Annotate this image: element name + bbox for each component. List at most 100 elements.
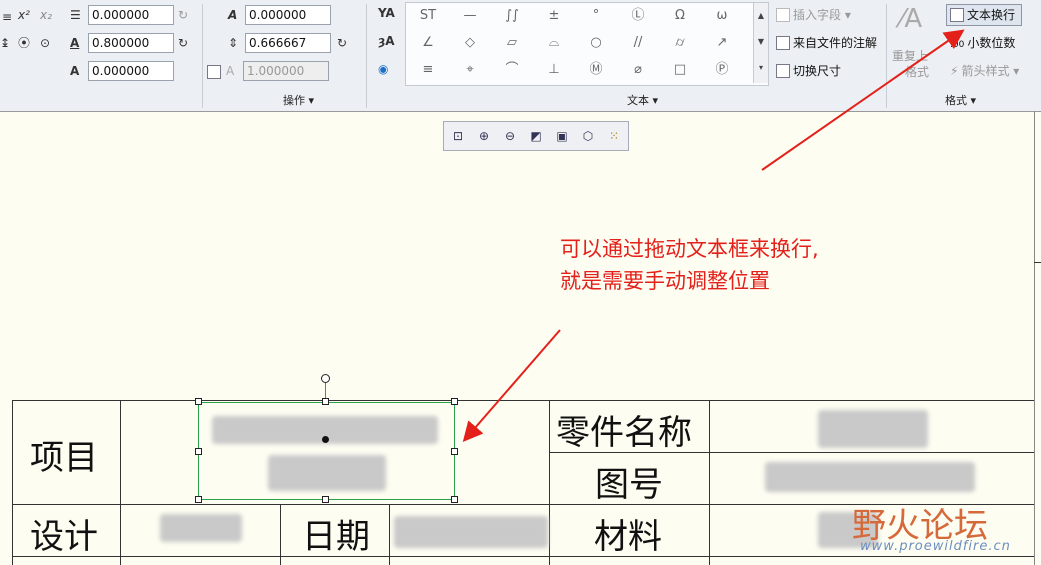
symbol-projected-icon[interactable]: Ⓟ [702, 59, 742, 81]
symbol-total-runout-icon[interactable]: ∫∫ [492, 5, 532, 27]
graphics-toolbar: ⊡ ⊕ ⊖ ◩ ▣ ⬡ ⁙ [443, 121, 629, 151]
char-space-field[interactable]: 1.000000 [243, 61, 329, 81]
text-style-icon[interactable]: YA [378, 6, 395, 20]
font-icon: A [226, 64, 235, 78]
repeat-format-icon: ⁄A [900, 4, 923, 34]
selected-text-box[interactable] [198, 402, 455, 500]
text-group-label[interactable]: 文本 ▾ [627, 92, 658, 108]
decimal-icon: .00 [950, 40, 965, 50]
line-spacing-icon: ☰ [70, 8, 81, 22]
reset-icon[interactable]: ↻ [178, 8, 188, 22]
decimal-places-button[interactable]: .00 小数位数 [950, 35, 1015, 53]
symbol-symmetry-icon[interactable]: ≡ [408, 59, 448, 81]
symbol-omega-icon[interactable]: ω [702, 5, 742, 27]
redacted-designer [160, 514, 242, 542]
separator [202, 4, 203, 108]
symbol-degree-icon[interactable]: ° [576, 5, 616, 27]
palette-scroll[interactable]: ▲ ▼ ▾ [753, 3, 768, 83]
resize-handle[interactable] [451, 448, 458, 455]
subscript-icon[interactable]: x₂ [40, 8, 52, 22]
symbol-perpendicularity-icon[interactable]: ⊥ [534, 59, 574, 81]
symbol-runout-icon[interactable]: ↗ [702, 32, 742, 54]
symbol-cylindricity-icon[interactable]: ⌭ [660, 32, 700, 54]
sheet-tick [1034, 262, 1041, 263]
redacted-drawing-number [765, 462, 975, 492]
display-style-icon[interactable]: ▣ [554, 128, 570, 144]
superscript-icon[interactable]: x² [18, 8, 30, 22]
symbol-st-icon[interactable]: ST [408, 5, 448, 27]
table-line [280, 504, 281, 565]
resize-handle[interactable] [195, 496, 202, 503]
text-height-field[interactable]: 0.000000 [245, 5, 331, 25]
apply-icon[interactable]: ↻ [178, 36, 188, 50]
resize-handle[interactable] [451, 496, 458, 503]
symbol-ohm-icon[interactable]: Ω [660, 5, 700, 27]
text-case-icon[interactable]: ȝA [378, 34, 395, 48]
symbol-square-icon[interactable]: □ [660, 59, 700, 81]
ribbon: ≡ x² x₂ ↨ ⦿ ⊙ ☰ 0.000000 ↻ A 0.800000 ↻ … [0, 0, 1041, 112]
spacing-field[interactable]: 0.666667 [245, 33, 331, 53]
part-name-label: 零件名称 [556, 413, 692, 453]
symbol-mmc-icon[interactable]: Ⓜ [576, 59, 616, 81]
checkbox[interactable] [207, 65, 221, 79]
table-line [389, 504, 390, 565]
width-factor-field[interactable]: 0.800000 [88, 33, 174, 53]
symbol-arrows-icon[interactable]: ◇ [450, 32, 490, 54]
zoom-out-icon[interactable]: ⊖ [502, 128, 518, 144]
toggle-dimension-button[interactable]: 切换尺寸 [776, 63, 841, 79]
repaint-icon[interactable]: ◩ [528, 128, 544, 144]
annotation-line-1: 可以通过拖动文本框来换行, [560, 237, 819, 261]
symbol-circularity-icon[interactable]: ○ [576, 32, 616, 54]
insert-field-button[interactable]: 插入字段 ▾ [776, 7, 851, 23]
symbol-plusminus-icon[interactable]: ± [534, 5, 574, 27]
design-label: 设计 [30, 517, 98, 557]
leader-origin-icon[interactable]: ⊙ [40, 36, 50, 50]
text-origin-icon[interactable]: ↨ [0, 36, 10, 50]
sheet-top-edge [0, 111, 1041, 112]
symbol-angularity-icon[interactable]: ∠ [408, 32, 448, 54]
rotate-stem [325, 383, 326, 398]
text-height-icon: A [228, 8, 238, 22]
resize-handle[interactable] [322, 496, 329, 503]
format-group-label[interactable]: 格式 ▾ [945, 92, 976, 108]
resize-handle[interactable] [451, 398, 458, 405]
table-line [709, 400, 710, 565]
slant-field[interactable]: 0.000000 [88, 61, 174, 81]
operations-group-label[interactable]: 操作 ▾ [283, 92, 314, 108]
arrow-style-icon: ⚡ [950, 64, 959, 78]
datum-display-icon[interactable]: ⁙ [606, 128, 622, 144]
view-manager-icon[interactable]: ⬡ [580, 128, 596, 144]
resize-handle[interactable] [195, 398, 202, 405]
drawing-number-label: 图号 [595, 465, 663, 505]
table-line [549, 400, 550, 565]
table-line [12, 400, 13, 565]
repeat-last-format-button[interactable]: 重复上 [892, 48, 928, 64]
align-icon[interactable]: ≡ [2, 10, 12, 24]
resize-handle[interactable] [322, 398, 329, 405]
symbol-surface-profile-icon[interactable]: ⌓ [534, 32, 574, 54]
hyperlink-icon[interactable]: ◉ [378, 62, 388, 76]
rotate-handle[interactable] [321, 374, 330, 383]
note-from-file-button[interactable]: 来自文件的注解 [776, 35, 877, 51]
symbol-parallelogram-icon[interactable]: ▱ [492, 32, 532, 54]
table-line [12, 556, 1034, 557]
line-spacing-field[interactable]: 0.000000 [88, 5, 174, 25]
text-wrap-button[interactable]: 文本换行 [950, 7, 1015, 23]
zoom-in-icon[interactable]: ⊕ [476, 128, 492, 144]
separator [366, 4, 367, 108]
symbol-line-profile-icon[interactable]: ⌒ [492, 59, 532, 81]
resize-handle[interactable] [195, 448, 202, 455]
apply-spacing-icon[interactable]: ↻ [337, 36, 347, 50]
tutorial-annotation: 可以通过拖动文本框来换行, 就是需要手动调整位置 [560, 233, 819, 297]
symbol-diameter-icon[interactable]: ⌀ [618, 59, 658, 81]
symbol-position-icon[interactable]: ⌖ [450, 59, 490, 81]
redacted-date [394, 516, 548, 548]
symbol-lmc-icon[interactable]: Ⓛ [618, 5, 658, 27]
symbol-parallelism-icon[interactable]: // [618, 32, 658, 54]
symbol-flatness-icon[interactable]: — [450, 5, 490, 27]
refit-icon[interactable]: ⊡ [450, 128, 466, 144]
char-spacing-icon: ⇕ [228, 36, 239, 50]
attach-point-icon[interactable]: ⦿ [18, 36, 30, 50]
arrow-style-button[interactable]: ⚡ 箭头样式 ▾ [950, 63, 1019, 79]
redacted-part-name [818, 410, 928, 448]
